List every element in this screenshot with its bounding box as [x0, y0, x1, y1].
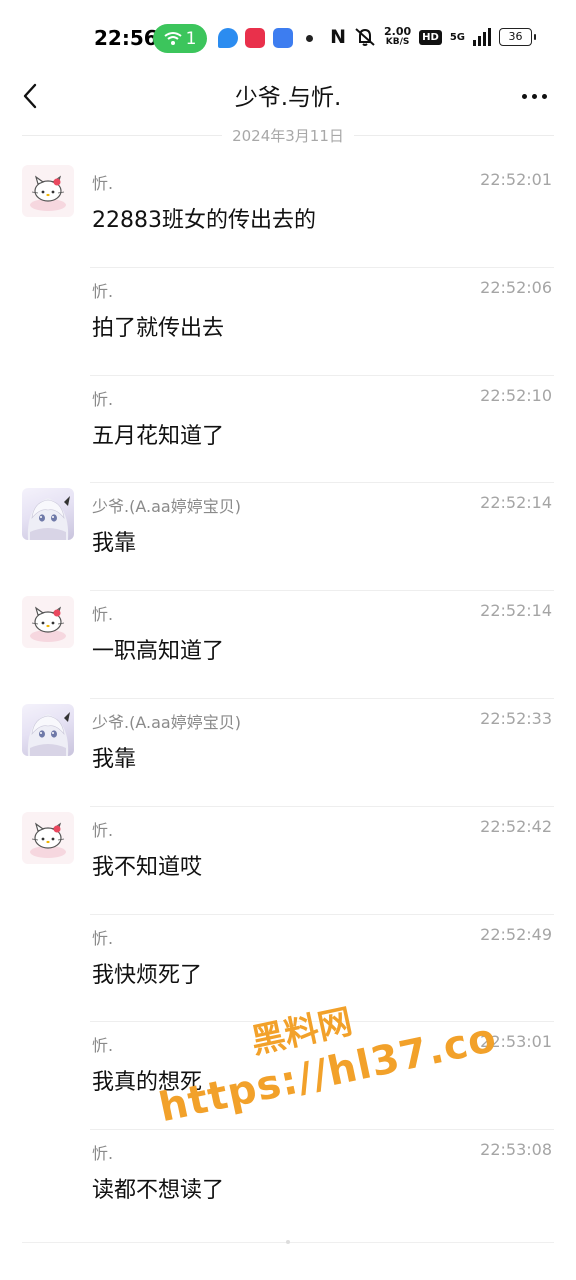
battery-icon: 36 [499, 28, 536, 46]
page-title: 少爷.与忻. [234, 85, 342, 111]
battery-level: 36 [508, 30, 523, 43]
message-time: 22:52:42 [480, 816, 552, 836]
scroll-indicator [286, 1240, 290, 1244]
message-item[interactable]: 忻. 22:52:06 拍了就传出去 [0, 268, 576, 376]
avatar[interactable] [22, 811, 74, 864]
date-separator: 2024年3月11日 [22, 124, 554, 146]
more-options-button[interactable] [514, 78, 554, 114]
message-text[interactable]: 五月花知道了 [92, 418, 224, 450]
sender-name: 忻. [92, 605, 114, 625]
nfc-icon: N [330, 26, 347, 48]
anime-girl-avatar-icon [27, 711, 70, 756]
sender-name: 少爷.(A.aa婷婷宝贝) [92, 497, 241, 517]
avatar[interactable] [22, 596, 74, 649]
sender-name: 忻. [92, 1144, 114, 1164]
message-time: 22:52:14 [480, 601, 552, 621]
message-text[interactable]: 拍了就传出去 [92, 310, 224, 342]
hd-icon: HD [419, 29, 442, 45]
message-time: 22:52:06 [480, 277, 552, 297]
message-text[interactable]: 我不知道哎 [92, 849, 202, 881]
wifi-count: 1 [185, 28, 197, 49]
notification-app-icon [273, 28, 293, 48]
date-label: 2024年3月11日 [232, 126, 344, 145]
sender-name: 忻. [92, 174, 114, 193]
message-text[interactable]: 我靠 [92, 741, 136, 773]
message-time: 22:53:08 [480, 1140, 552, 1160]
sender-name: 忻. [92, 1036, 114, 1056]
network-speed: 2.00 KB/S [384, 26, 411, 48]
avatar[interactable] [22, 488, 74, 541]
status-bar: 22:56 1 N 2.00 KB/S HD 5G 36 [0, 0, 576, 70]
hello-kitty-avatar-icon [30, 822, 66, 858]
wifi-badge: 1 [153, 24, 207, 53]
message-item[interactable]: 少爷.(A.aa婷婷宝贝) 22:52:14 我靠 [0, 483, 576, 592]
message-time: 22:52:14 [480, 493, 552, 513]
message-text[interactable]: 我真的想死 [92, 1064, 202, 1096]
signal-icon [473, 28, 491, 46]
message-item[interactable]: 忻. 22:52:14 一职高知道了 [0, 591, 576, 699]
message-item[interactable]: 忻. 22:52:10 五月花知道了 [0, 376, 576, 484]
message-item[interactable]: 忻. 22:52:49 我快烦死了 [0, 915, 576, 1023]
hello-kitty-avatar-icon [30, 175, 66, 211]
message-text[interactable]: 我靠 [92, 525, 136, 557]
sender-name: 忻. [92, 389, 114, 409]
message-list[interactable]: 忻. 22:52:01 22883班女的传出去的 忻. 22:52:06 拍了就… [0, 160, 576, 1238]
network-type: 5G [449, 31, 465, 43]
message-item[interactable]: 少爷.(A.aa婷婷宝贝) 22:52:33 我靠 [0, 699, 576, 807]
message-time: 22:52:01 [480, 170, 552, 189]
more-dots-icon [521, 93, 527, 99]
chat-header: 少爷.与忻. [0, 70, 576, 122]
status-time: 22:56 [94, 26, 158, 50]
anime-girl-avatar-icon [27, 496, 70, 541]
avatar[interactable] [22, 703, 74, 756]
message-text[interactable]: 22883班女的传出去的 [92, 202, 316, 234]
sender-name: 少爷.(A.aa婷婷宝贝) [92, 712, 241, 732]
message-text[interactable]: 一职高知道了 [92, 633, 224, 665]
sender-name: 忻. [92, 281, 114, 301]
avatar[interactable] [22, 165, 74, 217]
more-notifications-icon [306, 35, 313, 42]
hello-kitty-avatar-icon [30, 606, 66, 643]
speed-unit: KB/S [385, 37, 410, 47]
notification-app-icon [218, 28, 238, 48]
wifi-icon [163, 32, 182, 45]
message-time: 22:52:10 [480, 385, 552, 405]
speed-value: 2.00 [384, 25, 412, 38]
message-item[interactable]: 忻. 22:52:42 我不知道哎 [0, 807, 576, 915]
sender-name: 忻. [92, 820, 114, 840]
message-time: 22:52:33 [480, 708, 552, 728]
message-text[interactable]: 我快烦死了 [92, 957, 202, 989]
message-item[interactable]: 忻. 22:53:08 读都不想读了 [0, 1130, 576, 1238]
message-item[interactable]: 忻. 22:53:01 我真的想死 [0, 1022, 576, 1131]
message-time: 22:52:49 [480, 924, 552, 944]
message-item[interactable]: 忻. 22:52:01 22883班女的传出去的 [0, 160, 576, 268]
mute-icon [355, 28, 375, 46]
sender-name: 忻. [92, 928, 114, 948]
notification-app-icon [245, 28, 265, 48]
message-time: 22:53:01 [480, 1032, 552, 1052]
message-text[interactable]: 读都不想读了 [92, 1172, 224, 1204]
